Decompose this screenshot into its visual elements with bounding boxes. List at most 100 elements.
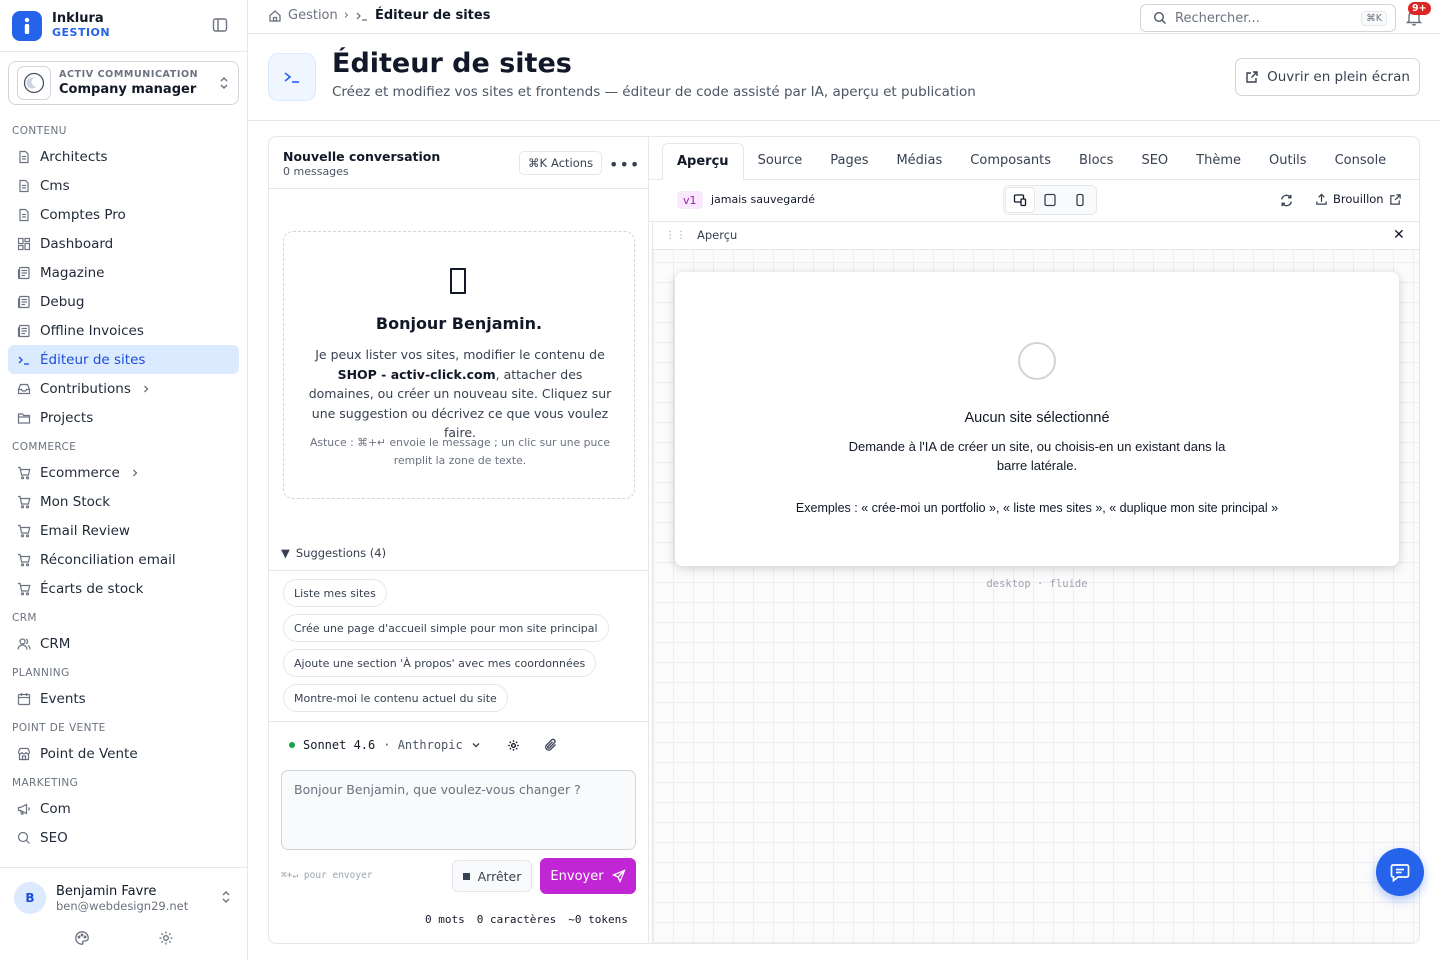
- message-composer[interactable]: [281, 770, 636, 850]
- sidebar-item-events[interactable]: Events: [8, 684, 239, 713]
- terminal-icon: [16, 352, 32, 368]
- nav-group: Com SEO: [8, 794, 239, 852]
- palette-icon[interactable]: [74, 930, 90, 946]
- desktop-device-icon[interactable]: [1006, 188, 1034, 212]
- suggestions-toggle[interactable]: ▼ Suggestions (4): [281, 546, 386, 560]
- tab-console[interactable]: Console: [1321, 142, 1401, 179]
- more-icon[interactable]: •••: [609, 155, 640, 174]
- sidebar-item-label: Projects: [40, 409, 94, 426]
- model-selector[interactable]: Sonnet 4.6 · Anthropic: [289, 738, 558, 752]
- sidebar-toggle-icon[interactable]: [212, 17, 228, 33]
- upload-icon: [1315, 193, 1328, 206]
- sidebar-item-point-de-vente[interactable]: Point de Vente: [8, 739, 239, 768]
- newspaper-icon: [16, 294, 32, 310]
- suggestion-chip[interactable]: Ajoute une section 'À propos' avec mes c…: [283, 649, 597, 677]
- sidebar-item-contributions[interactable]: Contributions: [8, 374, 239, 403]
- tab-pages[interactable]: Pages: [816, 142, 882, 179]
- sidebar-item-comptes-pro[interactable]: Comptes Pro: [8, 200, 239, 229]
- user-name: Benjamin Favre: [56, 883, 157, 899]
- sidebar-item-ecommerce[interactable]: Ecommerce: [8, 458, 239, 487]
- sidebar-item-debug[interactable]: Debug: [8, 287, 239, 316]
- send-button[interactable]: Envoyer: [540, 858, 636, 894]
- sidebar-item-label: Debug: [40, 293, 85, 310]
- send-icon: [611, 869, 626, 883]
- sidebar-item-mon-stock[interactable]: Mon Stock: [8, 487, 239, 516]
- preview-tabs: Aperçu Source Pages Médias Composants Blocs SE…: [649, 137, 1419, 180]
- suggestion-chip[interactable]: Liste mes sites: [283, 579, 387, 607]
- users-icon: [16, 636, 32, 652]
- sidebar-item-offline-invoices[interactable]: Offline Invoices: [8, 316, 239, 345]
- divider: [269, 570, 648, 571]
- sidebar-item-label: Contributions: [40, 380, 131, 397]
- chevron-down-icon: [471, 740, 481, 750]
- sidebar-item-magazine[interactable]: Magazine: [8, 258, 239, 287]
- breadcrumb-root[interactable]: Gestion: [288, 8, 338, 23]
- sidebar-item-projects[interactable]: Projects: [8, 403, 239, 432]
- chat-header: Nouvelle conversation 0 messages ⌘K Acti…: [269, 137, 648, 189]
- newspaper-icon: [16, 265, 32, 281]
- sidebar-item-com[interactable]: Com: [8, 794, 239, 823]
- tab-theme[interactable]: Thème: [1182, 142, 1255, 179]
- user-block: B Benjamin Favre ben@webdesign29.net: [0, 867, 248, 960]
- dashboard-icon: [16, 236, 32, 252]
- page-title: Éditeur de sites: [332, 48, 572, 79]
- tab-apercu[interactable]: Aperçu: [662, 143, 744, 180]
- sidebar-item-architects[interactable]: Architects: [8, 142, 239, 171]
- tab-source[interactable]: Source: [744, 142, 817, 179]
- mobile-device-icon[interactable]: [1066, 188, 1094, 212]
- sidebar-item-crm[interactable]: CRM: [8, 629, 239, 658]
- tab-seo[interactable]: SEO: [1127, 142, 1182, 179]
- tab-medias[interactable]: Médias: [882, 142, 956, 179]
- sidebar-item-seo[interactable]: SEO: [8, 823, 239, 852]
- suggestion-chip[interactable]: Montre-moi le contenu actuel du site: [283, 684, 508, 712]
- home-icon[interactable]: [268, 9, 282, 23]
- gear-icon[interactable]: [507, 739, 520, 752]
- sidebar-item-reconciliation-email[interactable]: Réconciliation email: [8, 545, 239, 574]
- tablet-device-icon[interactable]: [1036, 188, 1064, 212]
- actions-label: Actions: [551, 156, 594, 170]
- external-link-icon: [1245, 70, 1259, 84]
- gear-icon[interactable]: [158, 930, 174, 946]
- frame-title: Aperçu: [697, 228, 738, 242]
- stop-button[interactable]: Arrêter: [452, 860, 532, 892]
- token-count: ~0 tokens: [568, 913, 628, 926]
- external-link-icon: [1389, 193, 1402, 206]
- sidebar-item-ecarts-de-stock[interactable]: Écarts de stock: [8, 574, 239, 603]
- sidebar-item-label: Réconciliation email: [40, 551, 176, 568]
- close-icon[interactable]: ✕: [1393, 227, 1405, 243]
- support-chat-button[interactable]: [1376, 848, 1424, 896]
- drag-handle-icon[interactable]: ⋮⋮: [665, 230, 687, 241]
- breadcrumb: Gestion › Éditeur de sites: [268, 8, 490, 23]
- paperclip-icon[interactable]: [544, 738, 558, 752]
- brand-logo-icon: [12, 11, 42, 41]
- tab-blocs[interactable]: Blocs: [1065, 142, 1127, 179]
- actions-button[interactable]: ⌘K Actions: [519, 151, 603, 175]
- version-badge[interactable]: v1: [677, 191, 703, 209]
- brand[interactable]: Inklura GESTION: [12, 10, 110, 42]
- fullscreen-button[interactable]: Ouvrir en plein écran: [1235, 58, 1420, 96]
- draft-button[interactable]: Brouillon: [1315, 192, 1402, 206]
- message-input[interactable]: [294, 782, 623, 838]
- sidebar-item-cms[interactable]: Cms: [8, 171, 239, 200]
- org-switcher[interactable]: ACTIV COMMUNICATION Company manager: [8, 61, 239, 105]
- sparkle-icon: [450, 268, 466, 294]
- sidebar-item-editeur-de-sites[interactable]: Éditeur de sites: [8, 345, 239, 374]
- welcome-site-name: SHOP - activ-click.com: [337, 366, 496, 382]
- nav-section-title: MARKETING: [12, 777, 79, 789]
- search-box[interactable]: ⌘K: [1140, 4, 1396, 32]
- tab-outils[interactable]: Outils: [1255, 142, 1321, 179]
- search-input[interactable]: [1175, 10, 1354, 26]
- notification-badge: 9+: [1408, 2, 1431, 15]
- sidebar-item-label: Architects: [40, 148, 108, 165]
- suggestion-chip[interactable]: Crée une page d'accueil simple pour mon …: [283, 614, 609, 642]
- model-name: Sonnet 4.6: [303, 738, 376, 752]
- welcome-tip: Astuce : ⌘+↵ envoie le message ; un clic…: [310, 436, 610, 467]
- inbox-icon: [16, 381, 32, 397]
- sidebar-item-email-review[interactable]: Email Review: [8, 516, 239, 545]
- tab-composants[interactable]: Composants: [956, 142, 1065, 179]
- sidebar-item-label: SEO: [40, 829, 68, 846]
- refresh-icon[interactable]: [1279, 193, 1294, 208]
- stop-label: Arrêter: [477, 868, 522, 884]
- sidebar-item-dashboard[interactable]: Dashboard: [8, 229, 239, 258]
- user-menu[interactable]: B Benjamin Favre ben@webdesign29.net: [14, 882, 236, 914]
